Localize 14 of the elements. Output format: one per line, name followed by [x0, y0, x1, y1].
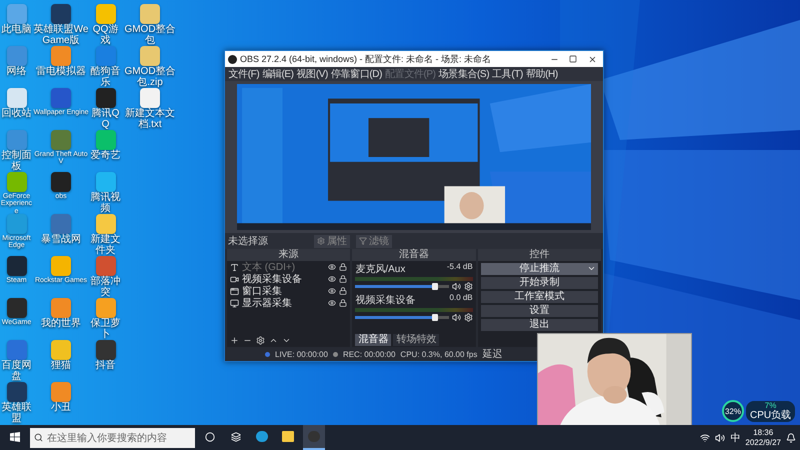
search-field[interactable]: 在这里输入你要搜索的内容	[30, 428, 195, 448]
folder-icon	[282, 431, 294, 442]
network-icon[interactable]	[700, 432, 710, 442]
search-icon	[34, 433, 43, 442]
app-icon	[308, 431, 320, 442]
speaker-icon[interactable]	[715, 432, 726, 442]
app-icon	[256, 431, 268, 442]
notification-icon[interactable]	[786, 432, 796, 442]
taskbar-app[interactable]	[303, 425, 325, 450]
clock[interactable]: 18:36 2022/9/27	[745, 428, 781, 447]
task-view-icon	[231, 432, 241, 442]
windows-logo-icon[interactable]	[10, 432, 20, 442]
circle-icon	[205, 432, 215, 442]
input-method-indicator[interactable]: 中	[730, 430, 740, 444]
